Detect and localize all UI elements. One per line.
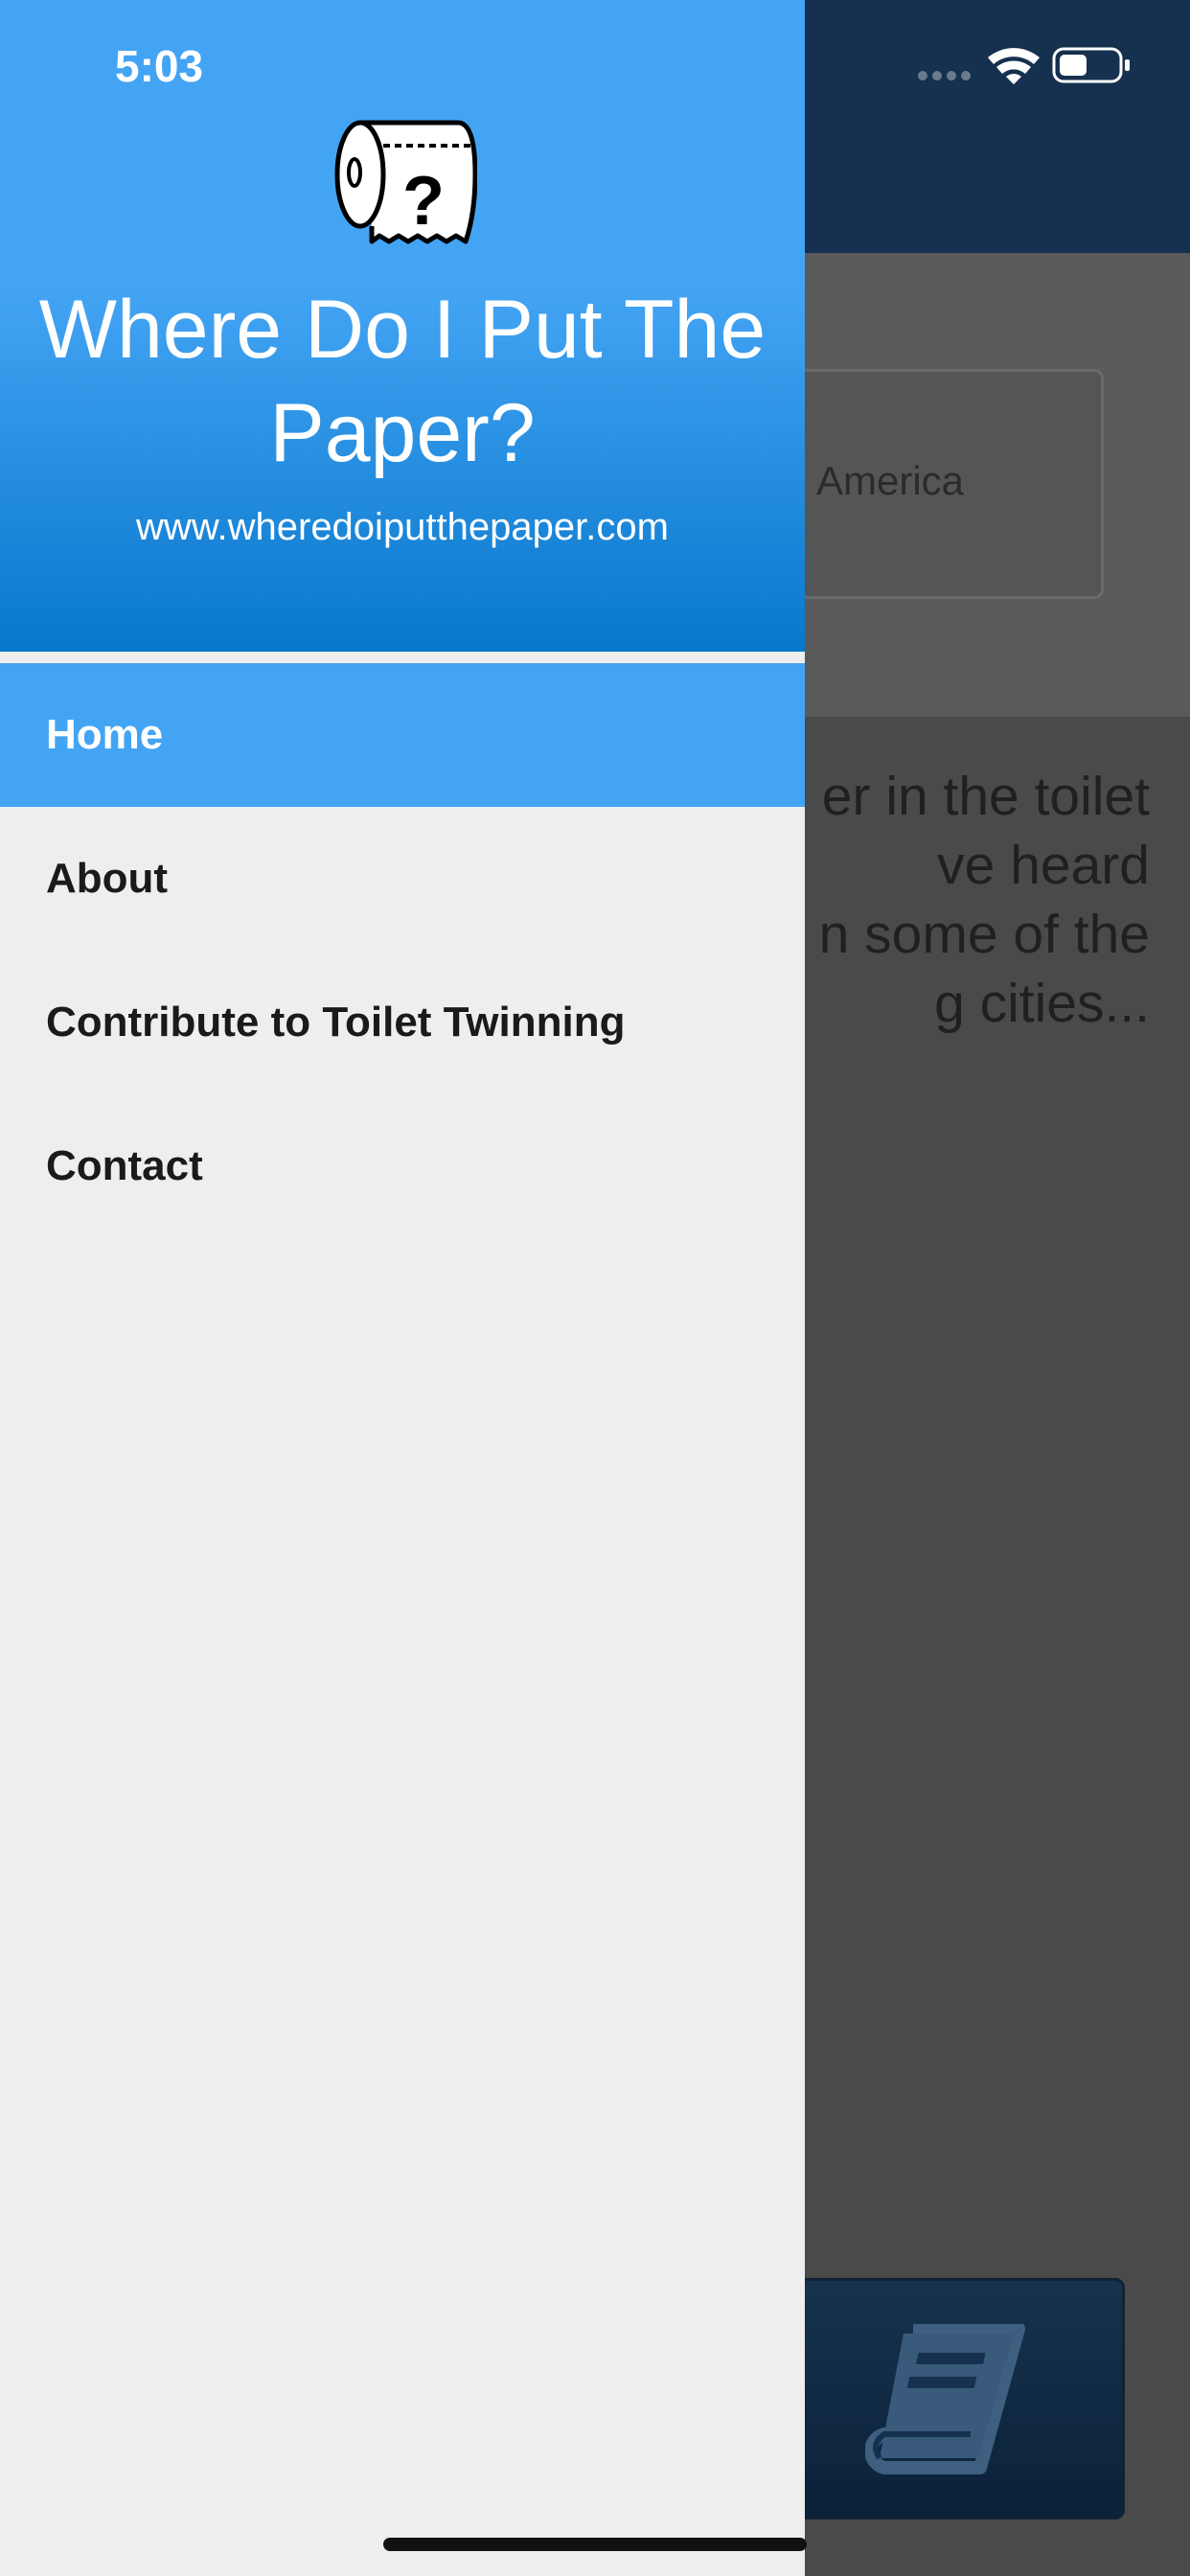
drawer-header: ? Where Do I Put The Paper? www.wheredoi… [0, 0, 805, 652]
status-icons [918, 44, 1138, 91]
svg-text:?: ? [402, 163, 445, 240]
menu-item-about[interactable]: About [0, 807, 805, 951]
app-title: Where Do I Put The Paper? [38, 284, 767, 479]
menu-item-home[interactable]: Home [0, 663, 805, 807]
drawer-menu: Home About Contribute to Toilet Twinning… [0, 663, 805, 1238]
book-icon [865, 2324, 1025, 2474]
wifi-icon [988, 48, 1040, 84]
country-select-value: America [816, 458, 965, 503]
toilet-paper-question-icon: ? [334, 120, 477, 244]
status-time: 5:03 [115, 41, 204, 91]
navigation-drawer: ? Where Do I Put The Paper? www.wheredoi… [0, 0, 805, 2576]
menu-item-contact[interactable]: Contact [0, 1094, 805, 1238]
menu-item-contribute-toilet-twinning[interactable]: Contribute to Toilet Twinning [0, 951, 805, 1094]
app-url[interactable]: www.wheredoiputthepaper.com [19, 506, 786, 549]
cellular-signal-icon [918, 71, 971, 80]
home-indicator[interactable] [383, 2538, 807, 2551]
battery-icon [1052, 47, 1130, 83]
